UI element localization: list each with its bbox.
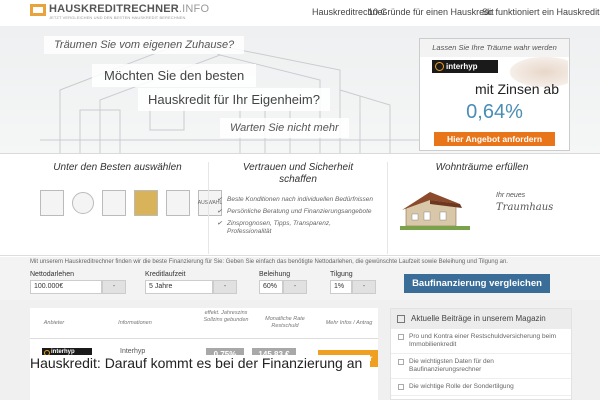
hero-banner: Träumen Sie vom eigenen Zuhause? Möchten… — [0, 26, 600, 154]
tilgung-select[interactable]: 1% — [330, 280, 352, 294]
logo-tagline: JETZT VERGLEICHEN UND DEN BESTEN HAUSKRE… — [49, 15, 186, 20]
tilgung-dropdown-button[interactable]: - — [352, 280, 376, 294]
column-header-anbieter: Anbieter — [43, 320, 65, 326]
ad-rate-text: mit Zinsen ab — [474, 81, 559, 97]
beleihung-dropdown-button[interactable]: - — [283, 280, 307, 294]
feature-title: Wohnträume erfüllen — [435, 162, 529, 173]
request-offer-button[interactable]: Hier Angebot anfordern — [434, 132, 555, 146]
beleihung-label: Beleihung — [259, 271, 291, 278]
seal-badge-icon — [72, 192, 94, 214]
hero-question-2: Möchten Sie den besten — [92, 64, 257, 87]
bullet-item: Zinsprognosen, Tipps, Transparenz, Profe… — [217, 220, 377, 236]
beleihung-select[interactable]: 60% — [259, 280, 283, 294]
tilgung-label: Tilgung — [330, 271, 353, 278]
ad-headline: Lassen Sie Ihre Träume wahr werden — [420, 39, 569, 57]
document-icon — [398, 359, 404, 365]
feature-trust: Vertrauen und Sicherheit schaffen Beste … — [208, 162, 388, 254]
sidebar-article-link[interactable]: Die wichtige Rolle der Sondertilgung — [391, 379, 571, 396]
laufzeit-label: Kreditlaufzeit — [145, 271, 186, 278]
magazine-sidebar: Aktuelle Beiträge in unserem Magazin Pro… — [390, 308, 572, 400]
nettodarlehen-select[interactable]: 100.000€ — [30, 280, 102, 294]
sidebar-article-link[interactable]: Die wichtigsten Daten für den Baufinanzi… — [391, 354, 571, 379]
document-icon — [398, 384, 404, 390]
feature-title: Unter den Besten auswählen — [53, 162, 182, 173]
interhyp-ad[interactable]: Lassen Sie Ihre Träume wahr werden inter… — [419, 38, 570, 151]
site-header: HAUSKREDITRECHNER.INFO JETZT VERGLEICHEN… — [0, 0, 600, 26]
column-header-informationen: Informationen — [118, 320, 152, 326]
house-illustration-icon — [400, 192, 470, 230]
sidebar-article-link[interactable]: Pro und Kontra einer Restschuldversicher… — [391, 329, 571, 354]
nav-item-so-funktioniert[interactable]: So funktioniert ein Hauskredit — [482, 7, 600, 17]
award-badge-icon — [40, 190, 64, 216]
dream-home-script: Traumhaus — [496, 202, 554, 213]
loan-calculator: Mit unserem Hauskreditrechner finden wir… — [0, 257, 600, 300]
trust-badges: AUSWAHL — [40, 190, 222, 216]
document-icon — [398, 334, 404, 340]
results-area: Anbieter Informationen effekt. Jahreszin… — [0, 300, 600, 400]
bullet-item: Beste Konditionen nach individuellen Bed… — [217, 196, 377, 204]
certificate-badge-icon — [166, 190, 190, 216]
calculator-intro: Mit unserem Hauskreditrechner finden wir… — [30, 259, 508, 265]
hero-question-3: Hauskredit für Ihr Eigenheim? — [138, 88, 330, 111]
logo-name: HAUSKREDITRECHNER.INFO — [49, 3, 210, 15]
test-badge-icon — [102, 190, 126, 216]
gold-badge-icon — [134, 190, 158, 216]
hero-question-1: Träumen Sie vom eigenen Zuhause? — [44, 36, 245, 54]
column-header-monatliche-rate: Monatliche Rate Restschuld — [265, 316, 305, 329]
column-header-jahreszins: effekt. Jahreszins Sollzins gebunden — [203, 310, 249, 323]
feature-dream-home: Wohnträume erfüllen Ihr neues Traumhaus — [392, 162, 572, 262]
features-section: Unter den Besten auswählen AUSWAHL Vertr… — [0, 154, 600, 256]
newspaper-icon — [397, 315, 405, 323]
hero-callout: Warten Sie nicht mehr — [220, 118, 349, 138]
laufzeit-dropdown-button[interactable]: - — [213, 280, 237, 294]
feature-title: Vertrauen und Sicherheit schaffen — [242, 162, 354, 185]
column-header-mehr-infos: Mehr Infos / Antrag — [325, 320, 373, 326]
sidebar-header: Aktuelle Beiträge in unserem Magazin — [391, 309, 571, 329]
laufzeit-select[interactable]: 5 Jahre — [145, 280, 213, 294]
site-logo[interactable]: HAUSKREDITRECHNER.INFO JETZT VERGLEICHEN… — [30, 3, 209, 21]
nettodarlehen-label: Nettodarlehen — [30, 271, 74, 278]
interhyp-logo: interhyp — [432, 60, 498, 73]
sidebar-title: Aktuelle Beiträge in unserem Magazin — [411, 314, 546, 323]
bullet-item: Persönliche Beratung und Finanzierungsan… — [217, 208, 377, 216]
table-divider — [30, 338, 378, 339]
article-title: Hauskredit: Darauf kommt es bei der Fina… — [30, 355, 370, 371]
row-provider-name: Interhyp — [120, 348, 146, 355]
nav-item-10-gruende[interactable]: 10 Gründe für einen Hauskredit — [368, 7, 494, 17]
ad-rate: 0,64% — [466, 101, 523, 123]
feature-bullets: Beste Konditionen nach individuellen Bed… — [217, 196, 377, 240]
house-logo-icon — [30, 4, 46, 16]
nettodarlehen-dropdown-button[interactable]: - — [102, 280, 126, 294]
offers-table: Anbieter Informationen effekt. Jahreszin… — [30, 308, 378, 400]
dream-home-caption: Ihr neues — [496, 192, 526, 199]
compare-financing-button[interactable]: Baufinanzierung vergleichen — [404, 274, 550, 293]
feature-choose-best: Unter den Besten auswählen AUSWAHL — [30, 162, 222, 262]
